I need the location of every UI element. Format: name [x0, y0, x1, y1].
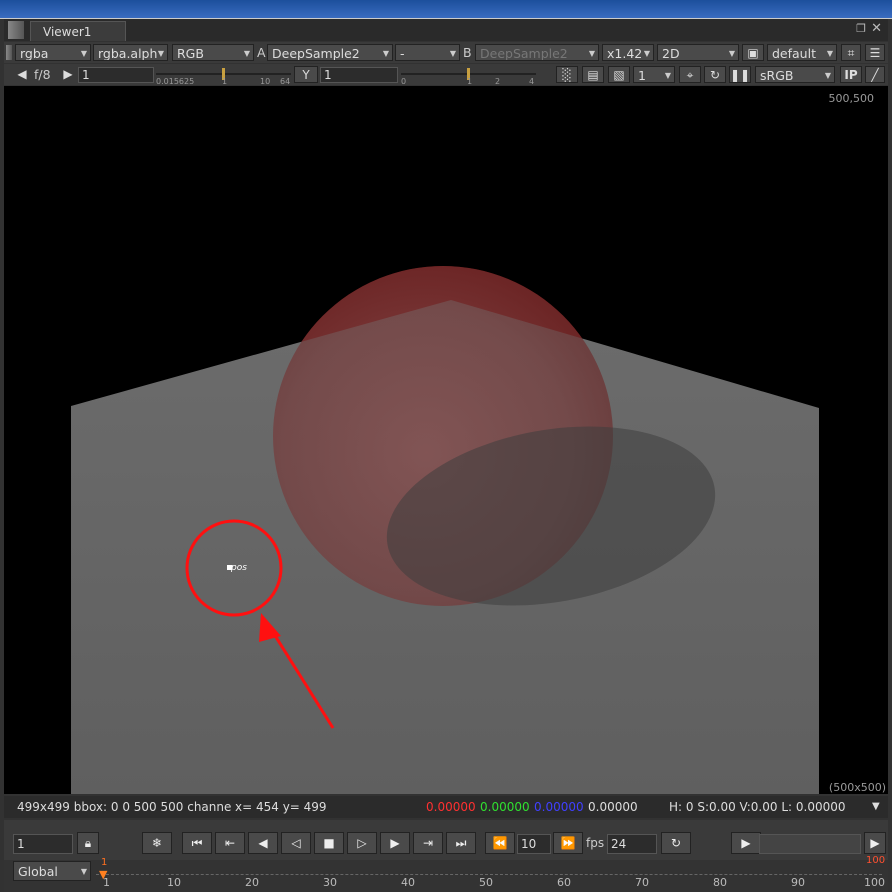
- proxy-scale-dropdown[interactable]: 1 ▼: [633, 66, 675, 83]
- stripes-icon[interactable]: ╱: [865, 66, 885, 83]
- green-value: 0.00000: [480, 800, 530, 814]
- blue-value: 0.00000: [534, 800, 584, 814]
- info-status-bar: 499x499 bbox: 0 0 500 500 channe x= 454 …: [4, 796, 888, 818]
- timeline[interactable]: Global ▼ 1 ▼ 100 1 10 20 30 40 50 60 70 8…: [4, 855, 888, 892]
- proxy-icon[interactable]: ▧: [608, 66, 630, 83]
- fstop-label: f/8: [34, 67, 51, 82]
- crosshair-icon[interactable]: ⌖: [679, 66, 701, 83]
- overscan-icon[interactable]: ▤: [582, 66, 604, 83]
- frame-input[interactable]: 1: [13, 834, 73, 854]
- input-process-button[interactable]: IP: [840, 66, 862, 83]
- pixel-coords: x= 454 y= 499: [235, 800, 327, 814]
- gain-input[interactable]: 1: [78, 67, 154, 83]
- first-frame-icon[interactable]: ⏮: [182, 832, 212, 854]
- viewer-window: Viewer1 ❐ ✕ rgba ▼ rgba.alph ▼ RGB ▼ A Deep…: [0, 0, 892, 892]
- status-menu-icon[interactable]: ▼: [872, 796, 880, 818]
- clipping-warning-icon[interactable]: ░: [556, 66, 578, 83]
- freeze-icon[interactable]: ❄: [142, 832, 172, 854]
- pause-icon[interactable]: ❚❚: [729, 66, 751, 83]
- top-right-coordinate: 500,500: [828, 92, 875, 105]
- stop-icon[interactable]: ■: [314, 832, 344, 854]
- alpha-value: 0.00000: [588, 800, 638, 814]
- b-input-label: B: [463, 45, 472, 60]
- camera-icon[interactable]: ▣: [742, 44, 764, 61]
- a-input-label: A: [257, 45, 266, 60]
- fstop-decrease-icon[interactable]: ◀: [15, 66, 29, 83]
- timeline-scope-dropdown[interactable]: Global ▼: [13, 861, 91, 881]
- zoom-dropdown[interactable]: x1.42 ▼: [602, 44, 654, 61]
- refresh-icon[interactable]: ↻: [704, 66, 726, 83]
- pos-label: pos: [230, 563, 247, 573]
- loop-icon[interactable]: ↻: [661, 832, 691, 854]
- viewer-toolbar-top: rgba ▼ rgba.alph ▼ RGB ▼ A DeepSample2 ▼ - ▼ …: [4, 42, 888, 63]
- fps-input[interactable]: 24: [607, 834, 657, 854]
- timeline-end-marker[interactable]: 100: [866, 855, 885, 866]
- compare-operation-dropdown[interactable]: - ▼: [395, 44, 460, 61]
- viewer-canvas[interactable]: pos 500,500 (500x500): [4, 86, 888, 794]
- display-channels-dropdown[interactable]: RGB ▼: [172, 44, 254, 61]
- pane-grip-handle[interactable]: [8, 21, 24, 39]
- gamma-label[interactable]: Y: [294, 66, 318, 83]
- roi-icon[interactable]: ⌗: [841, 44, 861, 61]
- tab-viewer[interactable]: Viewer1: [30, 21, 126, 41]
- format-info: 499x499 bbox: 0 0 500 500 channe: [17, 800, 232, 814]
- timeline-ruler[interactable]: [96, 870, 882, 875]
- hsvl-values: H: 0 S:0.00 V:0.00 L: 0.00000: [669, 800, 846, 814]
- step-increment-input[interactable]: 10: [517, 834, 551, 854]
- red-value: 0.00000: [426, 800, 476, 814]
- playback-bar: 1 🔒︎ ❄ ⏮ ⇤ ◀ ◁ ■ ▷ ▶ ⇥ ⏭ ⏪ 10 ⏩ fps 24 ↻…: [4, 820, 888, 860]
- view-mode-dropdown[interactable]: 2D ▼: [657, 44, 739, 61]
- timeline-start-marker[interactable]: 1: [101, 857, 107, 868]
- toolbar-grip[interactable]: [6, 45, 12, 60]
- channels-dropdown[interactable]: rgba ▼: [15, 44, 91, 61]
- step-back-icon[interactable]: ◀: [248, 832, 278, 854]
- float-pane-icon[interactable]: ❐: [856, 22, 866, 35]
- close-pane-icon[interactable]: ✕: [871, 21, 882, 36]
- play-backward-icon[interactable]: ◁: [281, 832, 311, 854]
- flipbook-icon[interactable]: ▶: [731, 832, 761, 854]
- alpha-channel-dropdown[interactable]: rgba.alph ▼: [93, 44, 168, 61]
- next-keyframe-icon[interactable]: ⇥: [413, 832, 443, 854]
- play-icon[interactable]: ▶: [864, 832, 886, 854]
- gamma-input[interactable]: 1: [320, 67, 398, 83]
- viewer-toolbar-bottom: ◀ f/8 ▶ 1 0.015625 1 10 64 Y 1 0 1 2 4 ░…: [4, 64, 888, 86]
- fstop-increase-icon[interactable]: ▶: [61, 66, 75, 83]
- image-size-label: (500x500): [828, 781, 886, 794]
- b-input-dropdown[interactable]: DeepSample2 ▼: [475, 44, 599, 61]
- menu-icon[interactable]: ☰: [865, 44, 885, 61]
- rendered-image: pos: [71, 86, 819, 794]
- prev-keyframe-icon[interactable]: ⇤: [215, 832, 245, 854]
- lut-dropdown[interactable]: default ▼: [767, 44, 837, 61]
- skip-forward-icon[interactable]: ⏩: [553, 832, 583, 854]
- skip-back-icon[interactable]: ⏪: [485, 832, 515, 854]
- colorspace-dropdown[interactable]: sRGB ▼: [755, 66, 835, 83]
- gain-slider[interactable]: 0.015625 1 10 64: [156, 67, 291, 86]
- playback-range-field[interactable]: [759, 834, 861, 854]
- lock-icon[interactable]: 🔒︎: [77, 832, 99, 854]
- fps-label: fps: [586, 836, 605, 850]
- gamma-slider[interactable]: 0 1 2 4: [401, 67, 536, 86]
- tab-row: Viewer1 ❐ ✕: [4, 19, 888, 41]
- step-forward-icon[interactable]: ▶: [380, 832, 410, 854]
- play-forward-icon[interactable]: ▷: [347, 832, 377, 854]
- a-input-dropdown[interactable]: DeepSample2 ▼: [267, 44, 393, 61]
- last-frame-icon[interactable]: ⏭: [446, 832, 476, 854]
- title-bar: [0, 0, 892, 19]
